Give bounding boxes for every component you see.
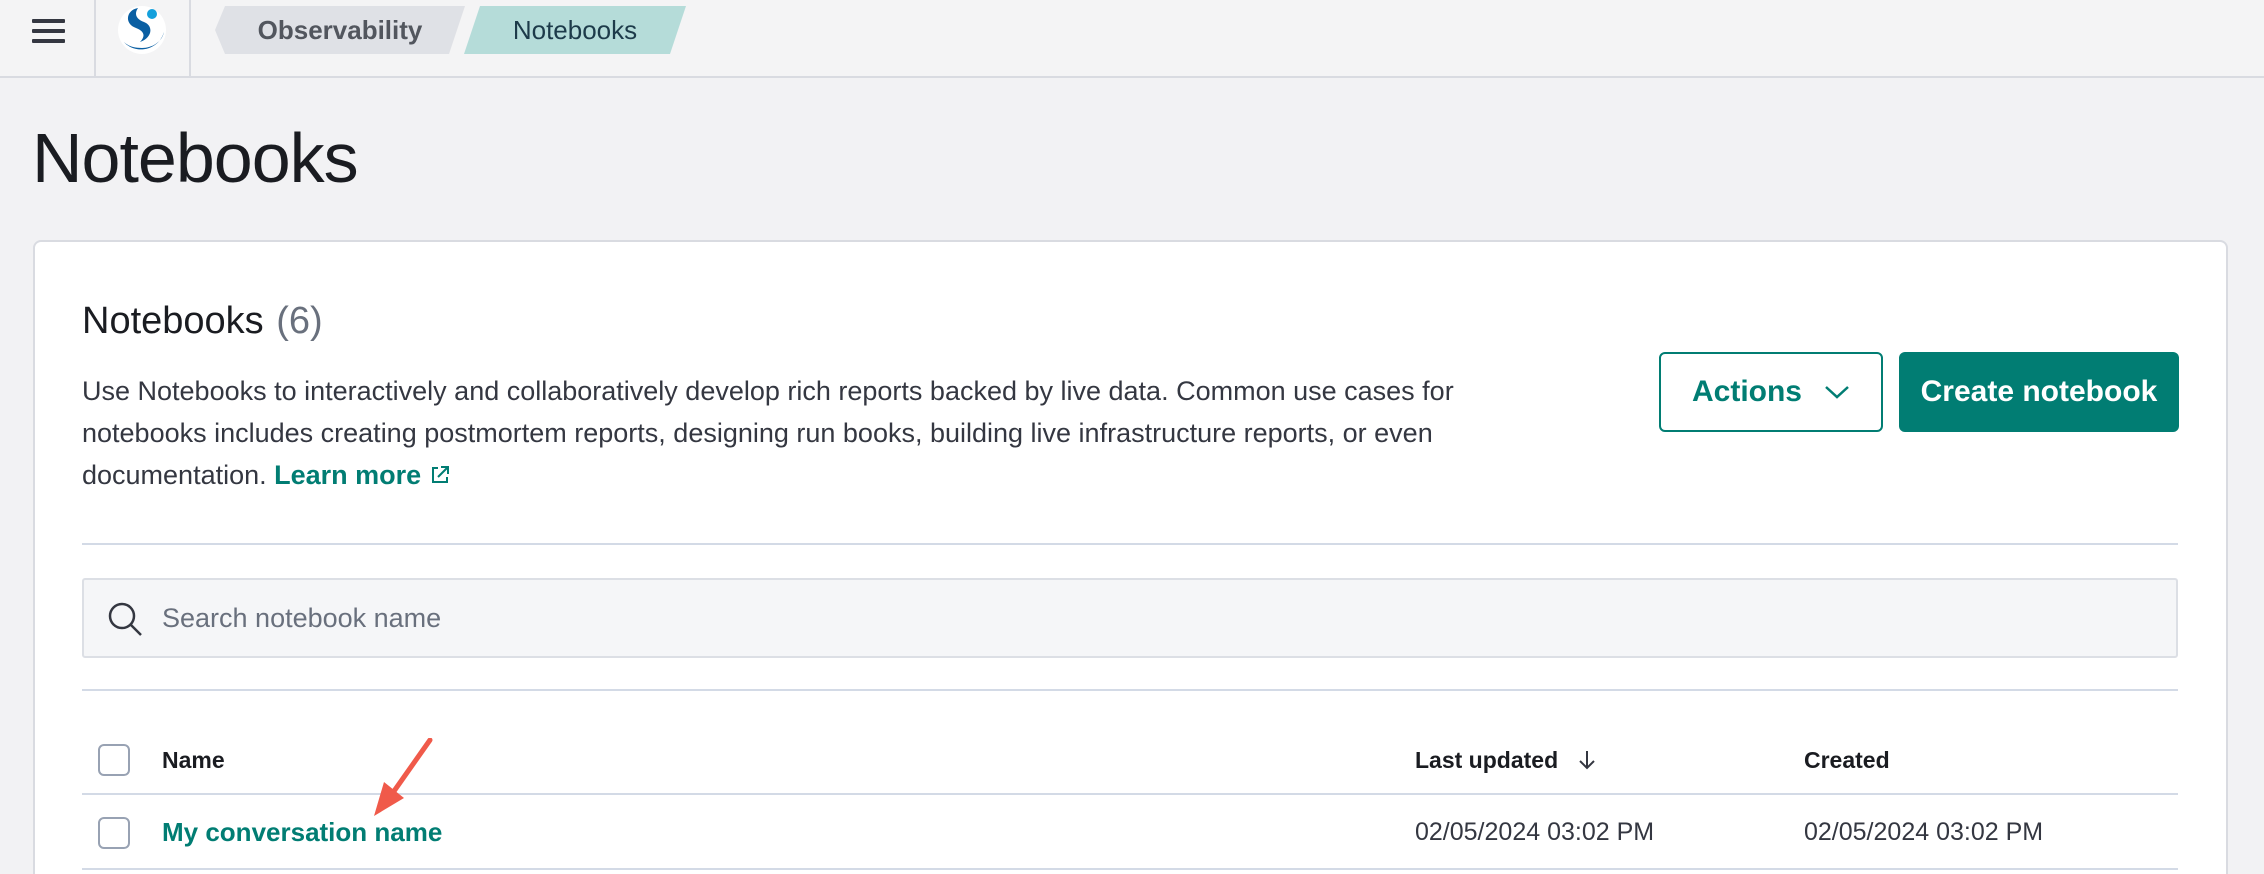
row-last-updated: 02/05/2024 03:02 PM [1415,818,1655,846]
header-divider [189,0,191,76]
search-input[interactable] [162,580,2152,656]
divider [82,543,2178,545]
divider [82,689,2178,691]
panel-description: Use Notebooks to interactively and colla… [82,370,1562,496]
breadcrumb-observability[interactable]: Observability [215,6,465,54]
last-updated-label: Last updated [1415,747,1559,773]
column-header-created[interactable]: Created [1804,747,1890,774]
notebook-name-link[interactable]: My conversation name [162,817,442,848]
breadcrumb-notebooks: Notebooks [464,6,686,54]
page-title: Notebooks [32,119,359,197]
external-link-icon [432,466,450,483]
row-created: 02/05/2024 03:02 PM [1804,818,2044,846]
search-icon [108,602,142,636]
notebook-count: (6) [276,300,323,342]
header-divider [94,0,96,76]
learn-more-link[interactable]: Learn more [274,460,451,490]
top-header: Observability Notebooks [0,0,2264,78]
row-divider [82,868,2178,870]
actions-label: Actions [1691,375,1802,408]
column-header-name[interactable]: Name [162,747,225,774]
chevron-down-icon [1825,386,1849,399]
panel-title-text: Notebooks [82,300,264,342]
learn-more-label: Learn more [274,460,422,490]
select-all-checkbox[interactable] [98,744,130,776]
sort-arrow-down-icon [1578,751,1595,770]
panel-title: Notebooks (6) [82,300,323,343]
create-notebook-button[interactable]: Create notebook [1899,352,2179,432]
actions-button[interactable]: Actions [1659,352,1883,432]
column-header-last-updated[interactable]: Last updated [1415,747,1599,774]
notebooks-panel [33,240,2228,874]
logo-icon[interactable] [112,2,172,60]
annotation-arrow-icon [374,738,433,816]
row-checkbox[interactable] [98,817,130,849]
menu-icon[interactable] [22,10,74,52]
search-box[interactable] [82,578,2178,658]
